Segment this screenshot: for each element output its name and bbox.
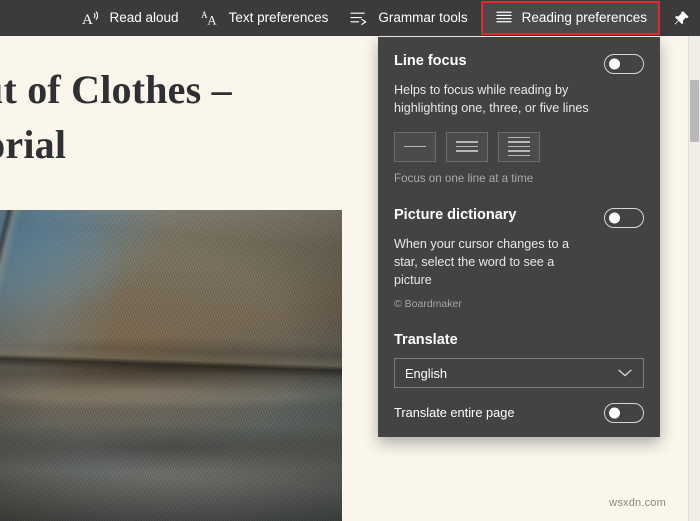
toolbar-label-grammar-tools: Grammar tools (378, 10, 468, 26)
focus-line (404, 145, 426, 148)
line-focus-option-one-line[interactable] (394, 131, 436, 162)
line-focus-description: Helps to focus while reading by highligh… (394, 83, 589, 116)
translate-entire-page-row: Translate entire page (394, 402, 644, 424)
translate-language-value: English (405, 365, 447, 381)
reading-preferences-panel: Line focus Helps to focus while reading … (378, 37, 660, 438)
toolbar-button-grammar-tools[interactable]: Grammar tools (339, 3, 478, 33)
translate-entire-page-label: Translate entire page (394, 405, 515, 421)
toolbar-button-read-aloud[interactable]: A Read aloud (71, 3, 190, 33)
pin-icon (671, 9, 691, 27)
svg-text:A: A (207, 13, 217, 27)
vertical-scrollbar[interactable] (688, 36, 700, 521)
section-divider (394, 185, 644, 207)
toolbar-button-reading-preferences[interactable]: Reading preferences (482, 3, 658, 33)
line-focus-option-five-line[interactable] (498, 131, 540, 162)
line-focus-section-header: Line focus (394, 53, 644, 74)
hero-image (0, 210, 342, 521)
toolbar-label-reading-preferences: Reading preferences (521, 10, 647, 26)
picture-dictionary-credit: © Boardmaker (394, 298, 462, 311)
picture-dictionary-title: Picture dictionary (394, 206, 517, 223)
line-focus-option-three-line[interactable] (446, 131, 488, 162)
picture-dictionary-toggle[interactable] (604, 207, 644, 228)
line-focus-caption: Focus on one line at a time (394, 171, 534, 185)
toolbar-label-text-preferences: Text preferences (228, 10, 329, 26)
focus-line (456, 141, 478, 143)
line-focus-options (394, 131, 644, 162)
read-aloud-icon: A (82, 9, 102, 27)
focus-line (508, 150, 530, 152)
chevron-down-icon (617, 366, 633, 381)
translate-entire-page-toggle[interactable] (604, 403, 644, 424)
focus-line (456, 145, 478, 148)
focus-line (508, 145, 530, 148)
immersive-reader-toolbar: A Read aloud A A Text preferences Gramma… (0, 0, 700, 36)
immersive-reader-window: t Out of Clothes – Tutorial wsxdn.com A (0, 0, 700, 521)
focus-line (508, 141, 530, 143)
reading-preferences-highlight: Reading preferences (480, 1, 660, 35)
picture-dictionary-description: When your cursor changes to a star, sele… (394, 236, 570, 288)
line-focus-title: Line focus (394, 53, 467, 69)
translate-title: Translate (394, 332, 458, 349)
toolbar-label-read-aloud: Read aloud (109, 10, 179, 26)
text-preferences-icon: A A (201, 9, 221, 27)
picture-dictionary-toggle-knob (609, 212, 620, 223)
translate-entire-page-toggle-knob (609, 407, 620, 419)
focus-line (508, 136, 530, 139)
page-title: t Out of Clothes – Tutorial (0, 67, 232, 168)
translate-language-select[interactable]: English (394, 358, 644, 389)
watermark: wsxdn.com (609, 497, 666, 509)
reading-preferences-icon (494, 9, 514, 27)
scrollbar-thumb[interactable] (690, 80, 699, 142)
line-focus-toggle-knob (609, 58, 620, 70)
toolbar-button-text-preferences[interactable]: A A Text preferences (190, 3, 340, 33)
focus-line (508, 154, 530, 157)
grammar-tools-icon (350, 9, 370, 27)
focus-line (456, 150, 478, 152)
svg-text:A: A (82, 12, 93, 27)
hero-image-vignette-layer (0, 210, 342, 521)
pin-button[interactable] (666, 3, 696, 33)
line-focus-toggle[interactable] (604, 54, 644, 74)
picture-dictionary-section-header: Picture dictionary (394, 207, 644, 228)
